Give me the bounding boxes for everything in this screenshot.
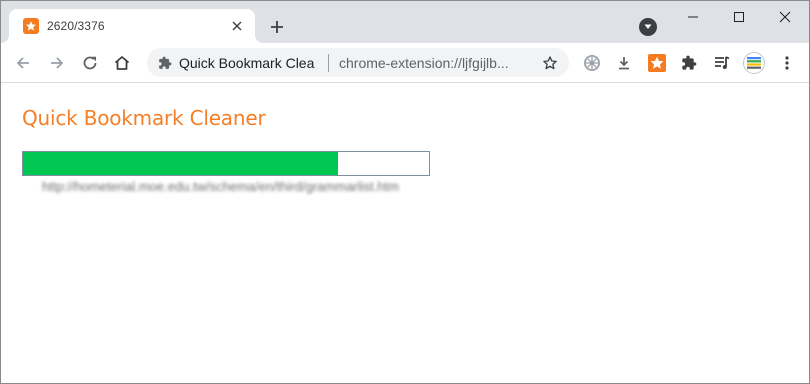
download-icon[interactable] xyxy=(612,51,636,75)
progress-bar-fill xyxy=(23,152,338,175)
maximize-button[interactable] xyxy=(727,5,751,29)
tab-search-button[interactable] xyxy=(639,18,657,36)
close-window-button[interactable] xyxy=(773,5,797,29)
extension-puzzle-icon xyxy=(157,55,173,71)
tab-title: 2620/3376 xyxy=(47,19,105,33)
forward-button[interactable] xyxy=(45,51,69,75)
back-button[interactable] xyxy=(11,51,35,75)
progress-bar xyxy=(22,151,430,176)
tab-strip: 2620/3376 xyxy=(1,1,809,43)
page-content: Quick Bookmark Cleaner http://hometerial… xyxy=(1,84,809,383)
quick-bookmark-cleaner-extension-icon[interactable] xyxy=(645,51,669,75)
home-button[interactable] xyxy=(110,51,134,75)
omnibox-divider xyxy=(328,54,329,72)
menu-kebab-icon[interactable] xyxy=(775,51,799,75)
tab-active[interactable]: 2620/3376 xyxy=(9,9,255,43)
bookmark-star-icon[interactable] xyxy=(541,54,559,72)
reload-icon xyxy=(83,56,97,70)
url-text[interactable]: chrome-extension://ljfgijlb... xyxy=(339,55,509,71)
home-icon xyxy=(114,56,130,70)
page-title: Quick Bookmark Cleaner xyxy=(22,106,266,130)
new-tab-button[interactable] xyxy=(265,15,289,39)
star-icon xyxy=(23,18,39,34)
address-bar[interactable]: Quick Bookmark Clea chrome-extension://l… xyxy=(147,48,569,77)
current-url-label: http://hometerial.moe.edu.tw/schema/en/t… xyxy=(42,179,399,194)
media-queue-icon[interactable] xyxy=(710,51,734,75)
browser-window: 2620/3376 Quick Bookmark Clea chrome-ext… xyxy=(0,0,810,384)
site-name: Quick Bookmark Clea xyxy=(179,55,315,71)
minimize-button[interactable] xyxy=(681,5,705,29)
browser-toolbar: Quick Bookmark Clea chrome-extension://l… xyxy=(1,43,809,83)
extensions-puzzle-icon[interactable] xyxy=(677,51,701,75)
tab-close-icon[interactable] xyxy=(229,18,245,34)
reload-button[interactable] xyxy=(78,51,102,75)
back-icon xyxy=(16,57,29,69)
profile-avatar-icon[interactable] xyxy=(742,51,766,75)
forward-icon xyxy=(51,57,64,69)
color-wheel-extension-icon[interactable] xyxy=(580,51,604,75)
